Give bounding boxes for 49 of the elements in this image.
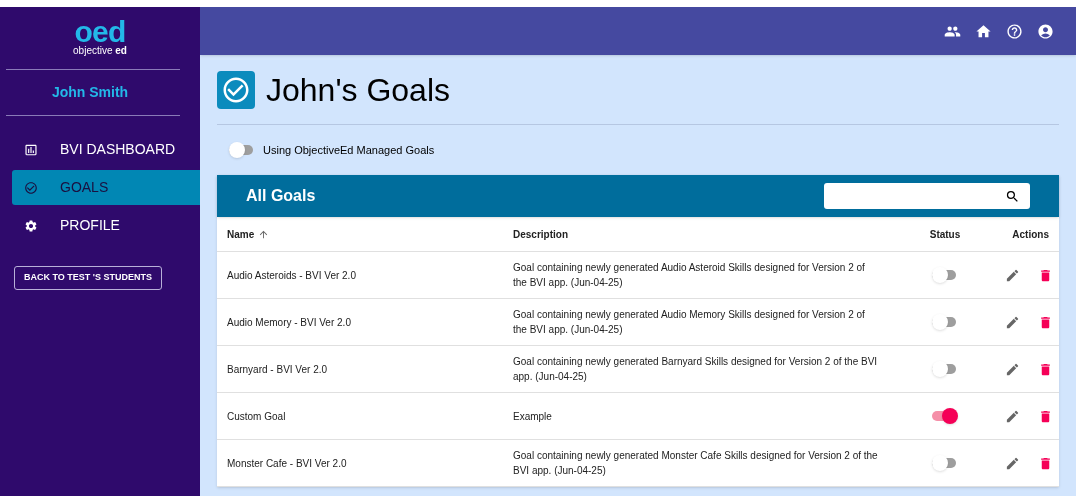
nav-item[interactable]: GOALS (12, 170, 200, 205)
delete-icon[interactable] (1038, 361, 1053, 377)
edit-icon[interactable] (1005, 361, 1020, 377)
page-title: John's Goals (266, 70, 450, 110)
search-field[interactable] (824, 183, 1030, 209)
delete-icon[interactable] (1038, 455, 1053, 471)
edit-icon[interactable] (1005, 314, 1020, 330)
help-icon[interactable] (1006, 22, 1023, 40)
logo-mark: oed (74, 19, 126, 45)
edit-icon[interactable] (1005, 455, 1020, 471)
goal-name: Barnyard - BVI Ver 2.0 (227, 362, 329, 377)
goal-badge-icon (217, 70, 255, 109)
delete-icon[interactable] (1038, 267, 1053, 283)
column-header[interactable]: Status (929, 226, 961, 242)
search-icon[interactable] (1005, 188, 1020, 204)
goal-description: Goal containing newly generated Audio Asteroid Skills designed for Version 2 of the BVI app. (Jun-04-25) (513, 261, 866, 290)
goal-name: Monster Cafe - BVI Ver 2.0 (227, 456, 348, 471)
managed-goals-label: Using ObjectiveEd Managed Goals (263, 142, 435, 158)
logo-tagline: objective ed (73, 45, 127, 57)
chart-icon (24, 142, 38, 157)
status-switch[interactable] (932, 312, 958, 332)
goal-description: Goal containing newly generated Barnyard Skills designed for Version 2 of the BVI app. (Jun-04-25) (513, 355, 879, 384)
delete-icon[interactable] (1038, 314, 1053, 330)
account-icon[interactable] (1037, 22, 1054, 40)
sort-arrow-icon[interactable] (258, 228, 270, 240)
goal-name: Audio Asteroids - BVI Ver 2.0 (227, 268, 357, 283)
status-switch[interactable] (932, 453, 958, 473)
column-header[interactable]: Actions (1012, 226, 1049, 242)
nav-item[interactable]: PROFILE (12, 208, 200, 243)
back-button[interactable]: BACK TO TEST 'S STUDENTS (14, 266, 162, 290)
status-switch[interactable] (932, 359, 958, 379)
goal-name: Custom Goal (227, 409, 287, 424)
goal-description: Goal containing newly generated Audio Memory Skills designed for Version 2 of the BVI app. (Jun-04-25) (513, 308, 866, 337)
edit-icon[interactable] (1005, 267, 1020, 283)
table-title: All Goals (246, 186, 316, 206)
user-name: John Smith (51, 83, 129, 102)
goal-description: Goal containing newly generated Monster Cafe Skills designed for Version 2 of the BVI app. (Jun-04-25) (513, 449, 879, 478)
column-header[interactable]: Name (227, 226, 255, 242)
delete-icon[interactable] (1038, 408, 1053, 424)
status-switch[interactable] (932, 265, 958, 285)
column-header[interactable]: Description (513, 226, 568, 242)
status-switch[interactable] (932, 406, 958, 426)
edit-icon[interactable] (1005, 408, 1020, 424)
gear-icon (24, 218, 38, 233)
managed-goals-switch[interactable] (229, 140, 255, 160)
nav-item[interactable]: BVI DASHBOARD (12, 132, 200, 167)
goal-description: Example (513, 409, 553, 424)
home-icon[interactable] (975, 22, 992, 40)
goal-name: Audio Memory - BVI Ver 2.0 (227, 315, 352, 330)
